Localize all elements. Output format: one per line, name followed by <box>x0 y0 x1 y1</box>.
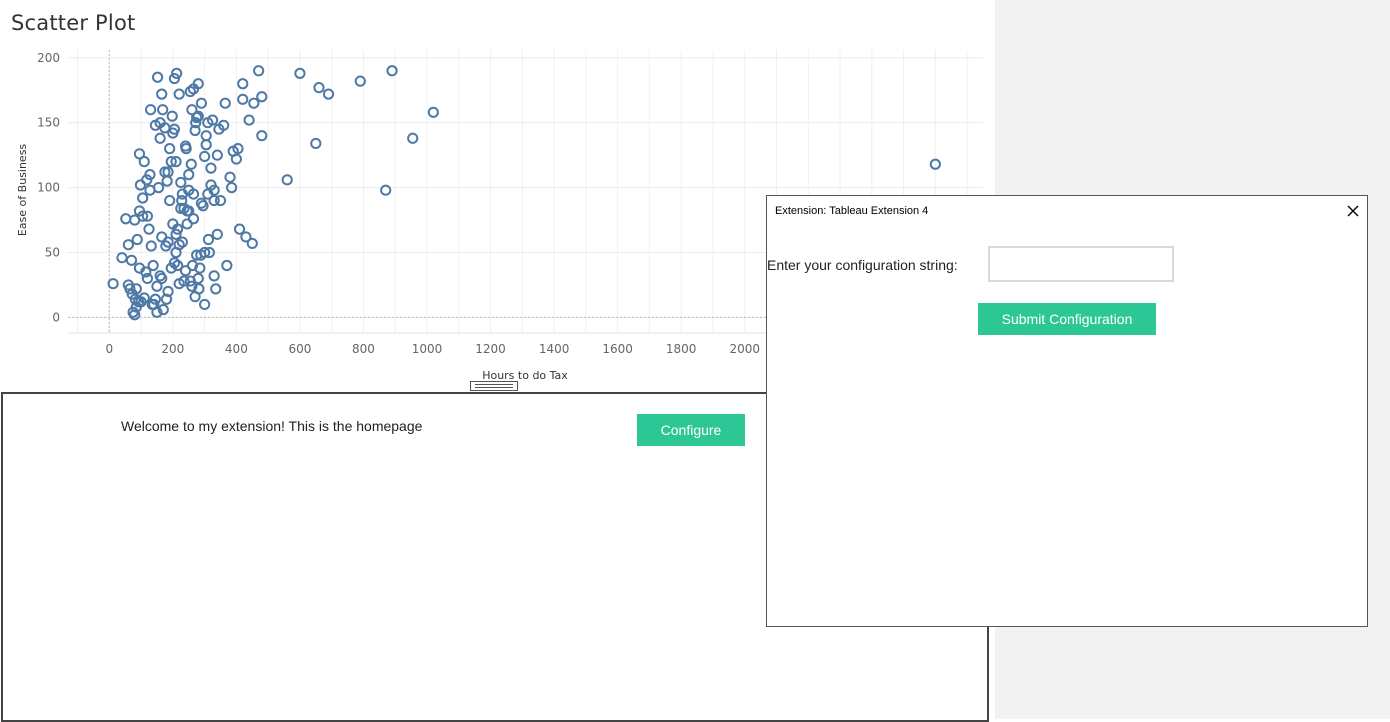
scatter-point[interactable] <box>122 239 134 251</box>
scatter-point[interactable] <box>253 65 265 77</box>
scatter-point[interactable] <box>248 97 260 109</box>
y-tick-label: 0 <box>52 310 60 324</box>
scatter-point[interactable] <box>256 130 268 142</box>
scatter-point[interactable] <box>310 137 322 150</box>
scatter-point[interactable] <box>154 132 166 144</box>
scatter-point[interactable] <box>125 254 138 266</box>
scatter-point[interactable] <box>144 184 156 196</box>
x-tick-label: 600 <box>288 342 311 356</box>
scatter-point[interactable] <box>313 82 325 94</box>
y-axis-label: Ease of Business <box>16 144 29 237</box>
config-string-label: Enter your configuration string: <box>767 257 958 273</box>
scatter-point[interactable] <box>200 130 212 142</box>
scatter-point[interactable] <box>143 223 155 235</box>
scatter-point[interactable] <box>157 104 169 116</box>
y-tick-label: 100 <box>37 181 60 195</box>
x-tick-label: 200 <box>161 342 184 356</box>
scatter-point[interactable] <box>205 162 217 174</box>
scatter-point[interactable] <box>211 228 223 240</box>
scatter-point[interactable] <box>208 270 220 282</box>
submit-configuration-button[interactable]: Submit Configuration <box>978 303 1156 335</box>
scatter-point[interactable] <box>427 106 439 118</box>
config-string-input[interactable] <box>988 246 1174 282</box>
x-tick-label: 1200 <box>475 342 506 356</box>
scatter-point[interactable] <box>183 169 195 181</box>
scatter-point[interactable] <box>166 110 178 122</box>
x-tick-label: 1400 <box>539 342 570 356</box>
scatter-point[interactable] <box>208 194 220 207</box>
scatter-point[interactable] <box>200 139 212 151</box>
scatter-point[interactable] <box>145 104 157 116</box>
scatter-point[interactable] <box>246 237 258 250</box>
scatter-point[interactable] <box>221 259 233 272</box>
scatter-point[interactable] <box>133 148 146 160</box>
scatter-point[interactable] <box>237 78 249 90</box>
scatter-point[interactable] <box>107 278 119 290</box>
y-tick-label: 50 <box>45 246 60 260</box>
x-tick-label: 1600 <box>602 342 633 356</box>
scatter-point[interactable] <box>181 218 193 230</box>
scatter-point[interactable] <box>407 132 419 144</box>
scatter-point[interactable] <box>202 233 215 246</box>
scatter-point[interactable] <box>237 93 249 105</box>
scatter-point[interactable] <box>116 252 128 264</box>
scatter-point[interactable] <box>131 233 143 246</box>
configuration-dialog: Extension: Tableau Extension 4 Enter you… <box>766 195 1368 627</box>
chart-title: Scatter Plot <box>11 11 136 35</box>
scatter-point[interactable] <box>137 192 149 204</box>
scatter-point[interactable] <box>179 265 192 277</box>
scatter-point[interactable] <box>219 97 231 109</box>
scatter-point[interactable] <box>120 213 132 225</box>
x-tick-label: 2000 <box>729 342 760 356</box>
scatter-point[interactable] <box>151 71 164 83</box>
scatter-point[interactable] <box>185 158 197 170</box>
x-tick-label: 1800 <box>666 342 697 356</box>
scatter-point[interactable] <box>175 176 187 189</box>
scatter-point[interactable] <box>145 240 157 252</box>
scatter-point[interactable] <box>281 174 293 186</box>
scatter-point[interactable] <box>210 283 222 295</box>
x-tick-label: 800 <box>352 342 375 356</box>
x-tick-label: 400 <box>225 342 248 356</box>
dialog-title: Extension: Tableau Extension 4 <box>775 205 929 217</box>
welcome-text: Welcome to my extension! This is the hom… <box>121 418 423 434</box>
scatter-point[interactable] <box>161 175 173 187</box>
scatter-point[interactable] <box>211 149 223 161</box>
x-tick-label: 1000 <box>412 342 443 356</box>
scatter-point[interactable] <box>243 114 255 126</box>
scatter-point[interactable] <box>156 88 168 100</box>
x-tick-label: 0 <box>105 342 113 356</box>
configure-button[interactable]: Configure <box>637 414 745 446</box>
resize-handle[interactable] <box>470 381 518 391</box>
scatter-point[interactable] <box>147 259 159 272</box>
scatter-point[interactable] <box>224 171 236 183</box>
scatter-point[interactable] <box>380 184 392 196</box>
y-tick-label: 200 <box>37 51 60 65</box>
scatter-point[interactable] <box>256 91 268 103</box>
scatter-point[interactable] <box>173 88 185 100</box>
close-icon[interactable] <box>1344 202 1362 220</box>
y-tick-label: 150 <box>37 116 60 130</box>
